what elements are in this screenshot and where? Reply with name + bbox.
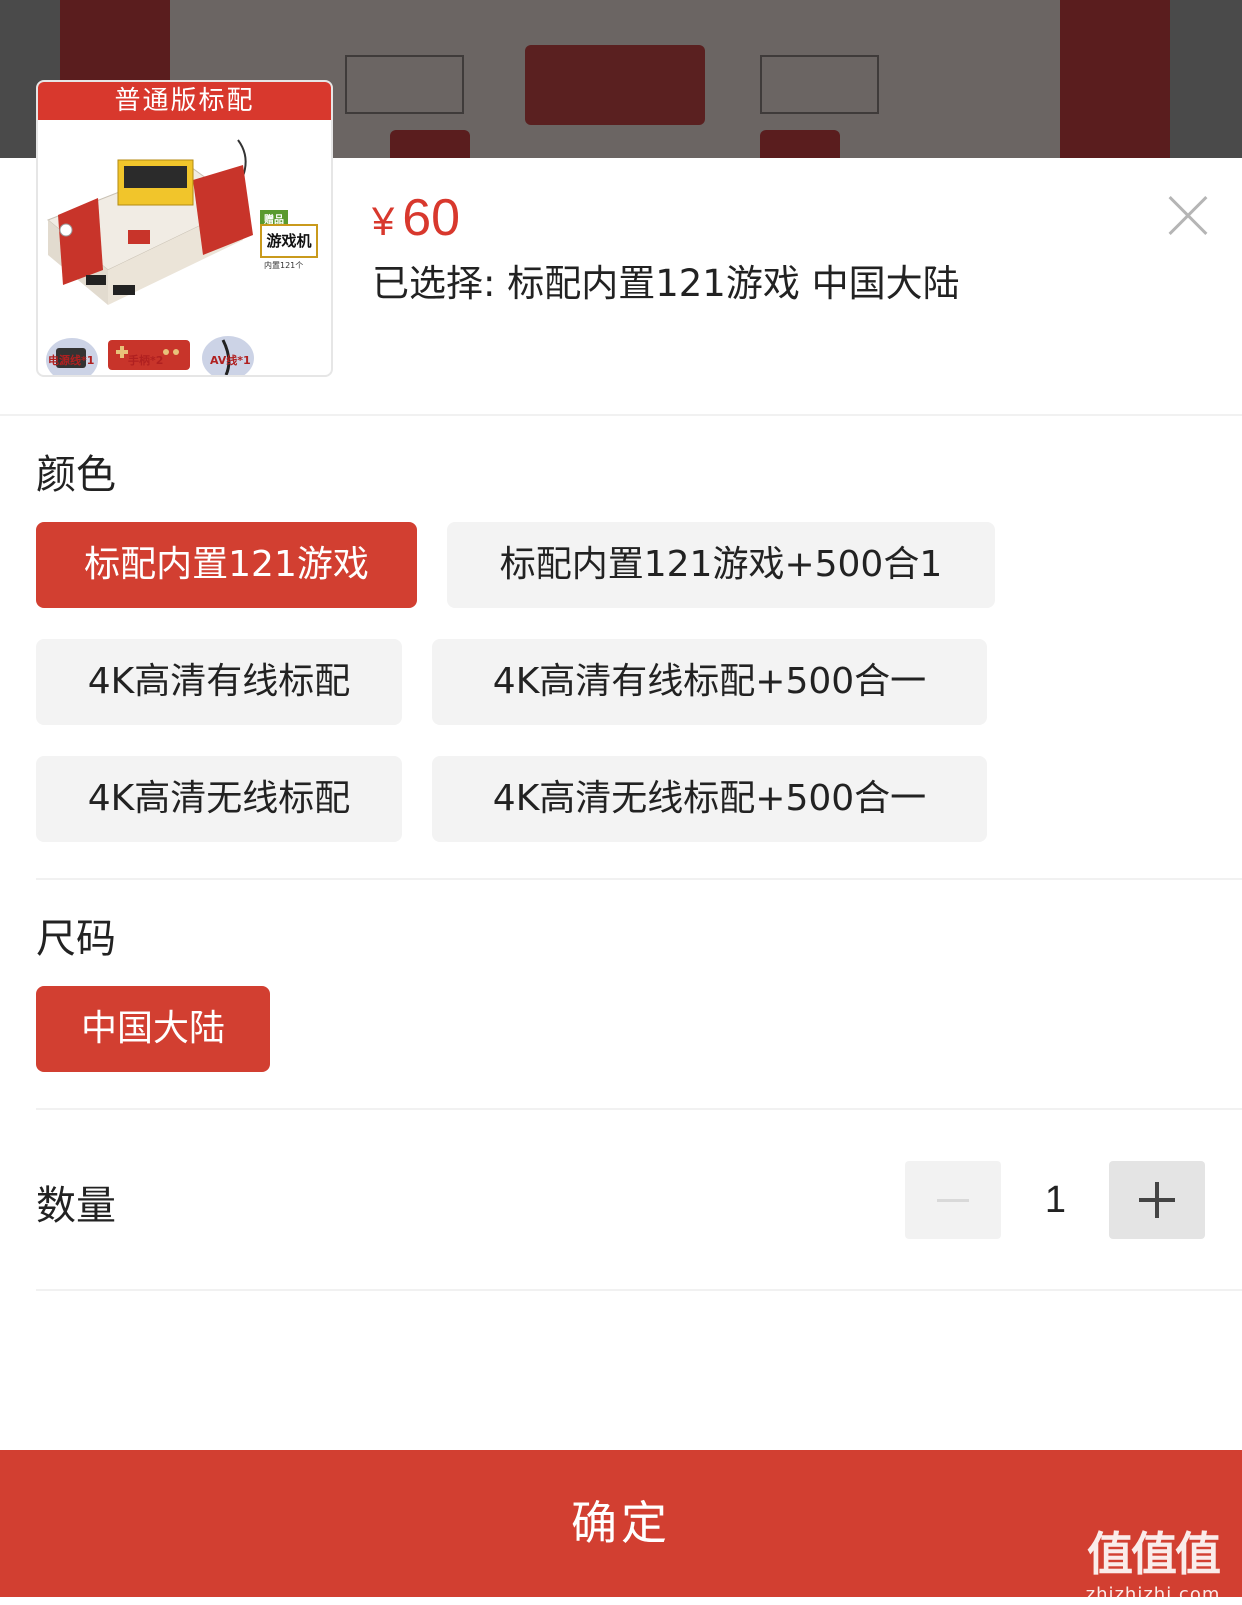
currency-symbol: ¥: [372, 200, 395, 244]
color-option[interactable]: 4K高清有线标配: [36, 639, 402, 725]
color-section-title: 颜色: [36, 452, 116, 498]
watermark-logo: 值值值: [1087, 1527, 1221, 1581]
accessory-label: 手柄*2: [128, 354, 164, 367]
price: ¥60: [372, 188, 460, 248]
quantity-label: 数量: [36, 1183, 116, 1229]
color-option[interactable]: 4K高清无线标配: [36, 756, 402, 842]
accessory-label: 电源线*1: [48, 354, 95, 367]
price-value: 60: [402, 189, 461, 247]
color-option[interactable]: 4K高清无线标配+500合一: [432, 756, 987, 842]
color-option[interactable]: 4K高清有线标配+500合一: [432, 639, 987, 725]
watermark: 值值值 zhizhizhi.com: [1078, 1518, 1228, 1605]
size-option[interactable]: 中国大陆: [36, 986, 270, 1072]
divider: [36, 1108, 1242, 1110]
product-thumbnail[interactable]: 普通版标配 赠品 游戏机 内置121个 电源线*1 手柄*2 AV线*1: [36, 80, 333, 377]
gift-label: 游戏机: [260, 224, 318, 258]
quantity-value[interactable]: 1: [1002, 1161, 1109, 1239]
sku-selector-sheet: 普通版标配 赠品 游戏机 内置121个 电源线*1 手柄*2 AV线*1 ¥ 6…: [0, 80, 1242, 1605]
gift-sub-label: 内置121个: [264, 261, 304, 270]
divider: [36, 878, 1242, 880]
thumbnail-banner: 普通版标配: [38, 82, 331, 120]
color-option[interactable]: 标配内置121游戏+500合1: [447, 522, 995, 608]
divider: [36, 1289, 1242, 1291]
watermark-url: zhizhizhi.com: [1085, 1584, 1221, 1605]
decrement-button[interactable]: [905, 1161, 1001, 1239]
size-section-title: 尺码: [36, 916, 116, 962]
selected-summary: 已选择: 标配内置121游戏 中国大陆: [372, 262, 960, 305]
close-icon[interactable]: [1166, 193, 1210, 237]
accessory-label: AV线*1: [210, 354, 251, 367]
confirm-button[interactable]: 确定: [0, 1450, 1242, 1597]
divider: [0, 414, 1242, 416]
increment-button[interactable]: [1109, 1161, 1205, 1239]
color-option[interactable]: 标配内置121游戏: [36, 522, 417, 608]
